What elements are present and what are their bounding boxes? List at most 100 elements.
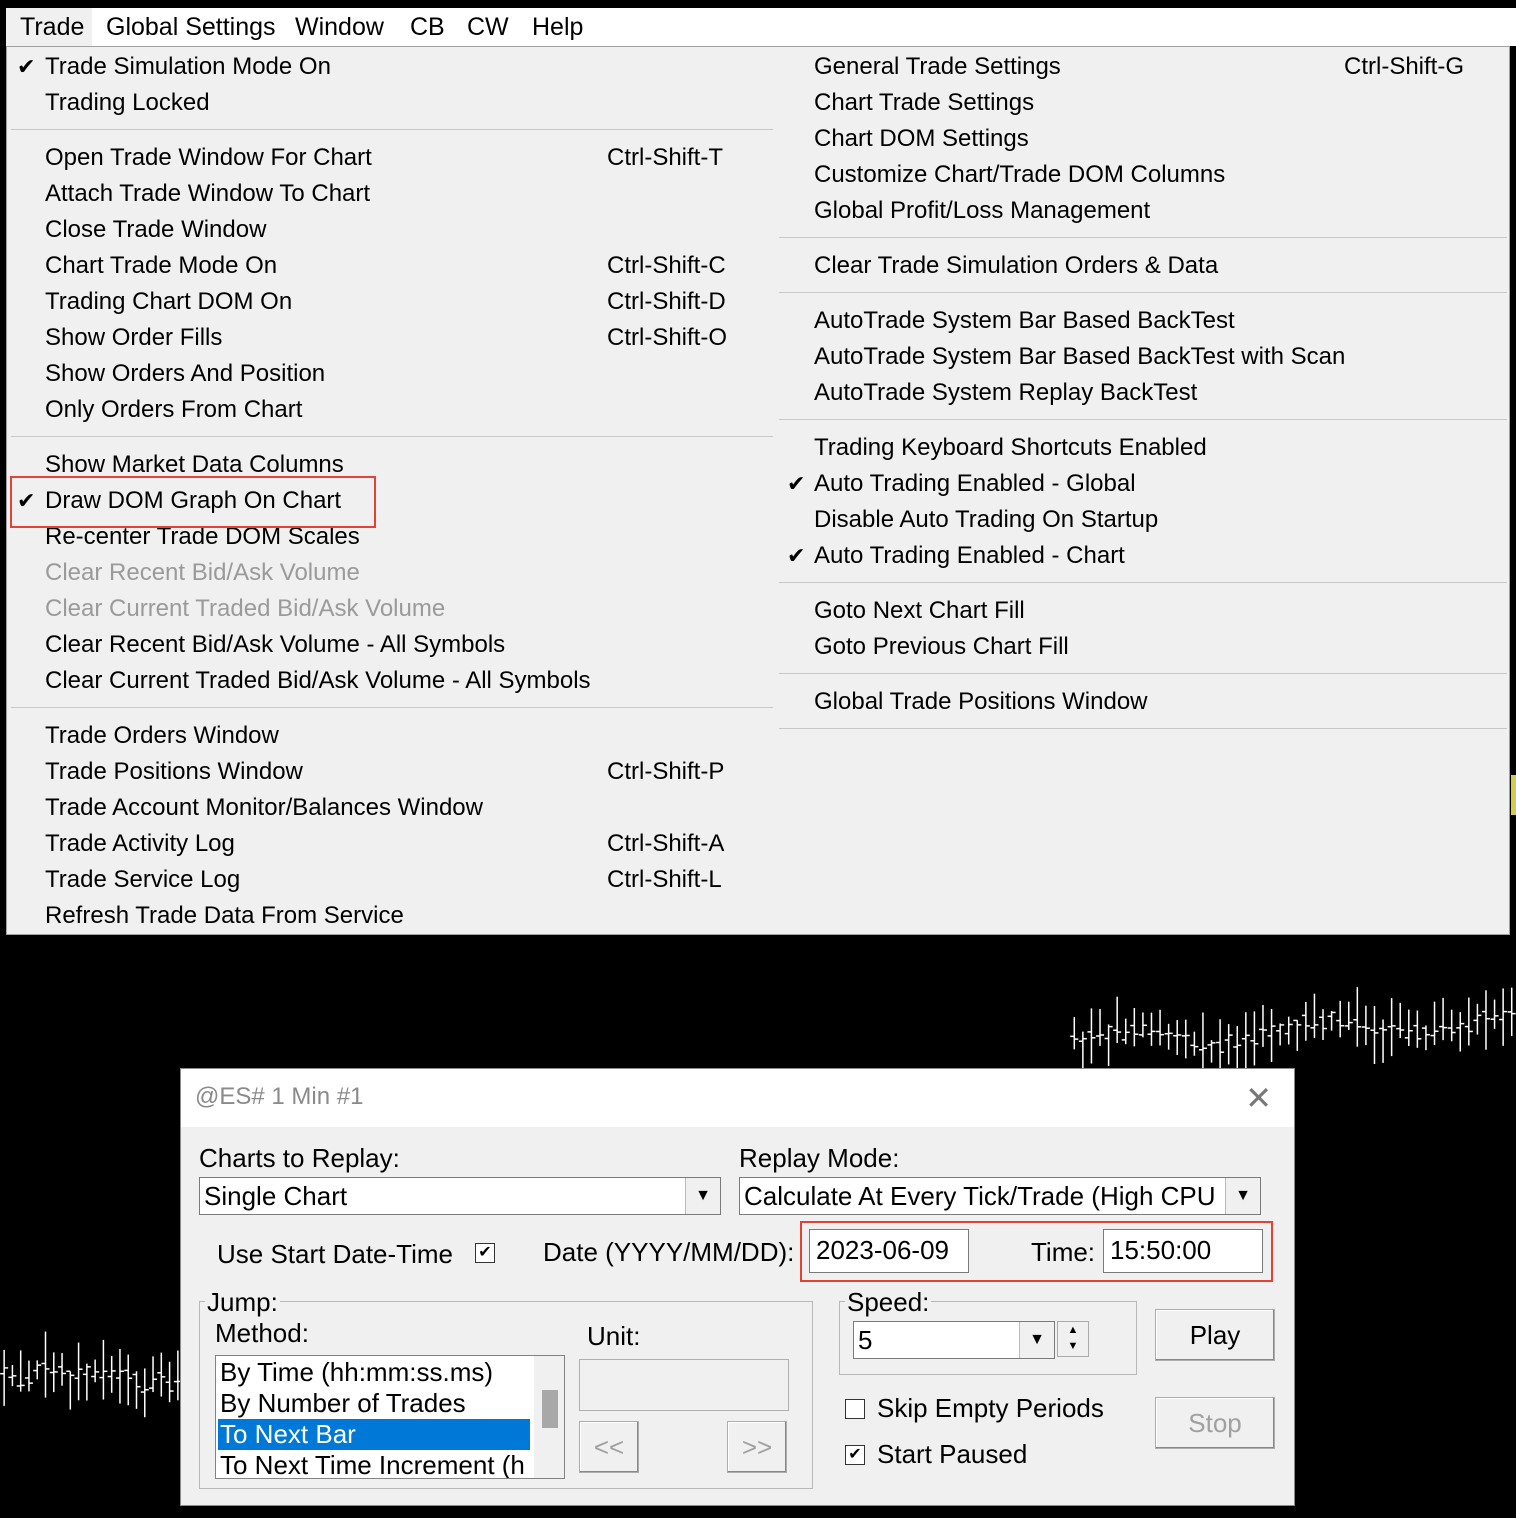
spinner-down-icon[interactable]: ▼	[1058, 1338, 1088, 1354]
use-start-datetime-checkbox[interactable]: ✔	[475, 1243, 495, 1263]
menu-item-open-trade-window-for-chart[interactable]: Open Trade Window For Chart Ctrl-Shift-T	[17, 140, 747, 176]
menu-item-label: Disable Auto Trading On Startup	[814, 506, 1159, 533]
menu-item-autotrade-system-bar-based-backtest[interactable]: AutoTrade System Bar Based BackTest	[787, 303, 1484, 339]
menu-item-show-orders-and-position[interactable]: Show Orders And Position	[17, 356, 747, 392]
replay-mode-select[interactable]: Calculate At Every Tick/Trade (High CPU …	[739, 1177, 1261, 1215]
menu-trade[interactable]: Trade	[6, 8, 92, 46]
speed-select[interactable]: 5 ▼	[853, 1321, 1055, 1359]
chevron-down-icon[interactable]: ▼	[1225, 1178, 1260, 1214]
replay-mode-label: Replay Mode:	[739, 1143, 900, 1173]
jump-method-option[interactable]: To Next Bar	[218, 1419, 530, 1450]
jump-method-list[interactable]: By Time (hh:mm:ss.ms) By Number of Trades…	[215, 1355, 565, 1479]
candle-bar	[124, 1354, 133, 1406]
candle-bar	[165, 1361, 174, 1403]
menu-item-global-profit-loss-management[interactable]: Global Profit/Loss Management	[787, 193, 1484, 229]
spinner-up-icon[interactable]: ▲	[1058, 1322, 1088, 1338]
close-icon[interactable]: ✕	[1245, 1079, 1272, 1117]
candle-bar	[1087, 1008, 1096, 1064]
menu-cb[interactable]: CB	[410, 13, 445, 42]
menu-item-close-trade-window[interactable]: Close Trade Window	[17, 212, 747, 248]
menu-item-goto-previous-chart-fill[interactable]: Goto Previous Chart Fill	[787, 629, 1484, 665]
menu-item-label: Trade Service Log	[45, 866, 241, 893]
menu-item-clear-recent-bid-ask-volume-all-symbols[interactable]: Clear Recent Bid/Ask Volume - All Symbol…	[17, 627, 747, 663]
charts-to-replay-select[interactable]: Single Chart ▼	[199, 1177, 721, 1215]
candle-bar	[58, 1353, 67, 1386]
start-paused-checkbox[interactable]: ✔	[845, 1445, 865, 1465]
stop-button[interactable]: Stop	[1155, 1397, 1275, 1449]
skip-empty-periods-checkbox[interactable]	[845, 1399, 865, 1419]
use-start-datetime-label: Use Start Date-Time	[217, 1239, 453, 1269]
menu-item-trading-chart-dom-on[interactable]: Trading Chart DOM On Ctrl-Shift-D	[17, 284, 747, 320]
menu-item-chart-dom-settings[interactable]: Chart DOM Settings	[787, 121, 1484, 157]
menu-item-autotrade-system-replay-backtest[interactable]: AutoTrade System Replay BackTest	[787, 375, 1484, 411]
menu-item-goto-next-chart-fill[interactable]: Goto Next Chart Fill	[787, 593, 1484, 629]
menu-item-auto-trading-enabled-chart[interactable]: ✔ Auto Trading Enabled - Chart	[787, 538, 1484, 574]
candle-bar	[82, 1363, 91, 1401]
menu-item-autotrade-system-bar-based-backtest-with-scan[interactable]: AutoTrade System Bar Based BackTest with…	[787, 339, 1484, 375]
candle-bar	[1396, 1002, 1405, 1039]
menu-item-trade-simulation-mode-on[interactable]: ✔ Trade Simulation Mode On	[17, 49, 747, 85]
charts-to-replay-label: Charts to Replay:	[199, 1143, 400, 1173]
candle-bar	[8, 1365, 17, 1387]
candle-bar	[1327, 1010, 1336, 1031]
menu-item-trade-orders-window[interactable]: Trade Orders Window	[17, 718, 747, 754]
menu-item-refresh-trade-data-from-service[interactable]: Refresh Trade Data From Service	[17, 898, 747, 934]
scrollbar-thumb[interactable]	[542, 1390, 558, 1428]
menu-item-label: General Trade Settings	[814, 53, 1061, 80]
menu-item-clear-trade-simulation-orders-data[interactable]: Clear Trade Simulation Orders & Data	[787, 248, 1484, 284]
menu-separator	[779, 673, 1507, 674]
menu-window[interactable]: Window	[295, 13, 384, 42]
menu-item-trade-positions-window[interactable]: Trade Positions Window Ctrl-Shift-P	[17, 754, 747, 790]
candle-bar	[1473, 1003, 1482, 1035]
candle-bar	[0, 1349, 9, 1406]
menu-item-clear-recent-bid-ask-volume[interactable]: Clear Recent Bid/Ask Volume	[17, 555, 747, 591]
candle-bar	[107, 1355, 116, 1393]
speed-value: 5	[858, 1325, 873, 1355]
menu-item-shortcut: Ctrl-Shift-O	[607, 324, 727, 351]
menu-global-settings[interactable]: Global Settings	[106, 13, 276, 42]
menu-item-label: Trade Simulation Mode On	[45, 53, 331, 80]
menu-item-label: Show Orders And Position	[45, 360, 326, 387]
chevron-down-icon[interactable]: ▼	[1019, 1322, 1054, 1358]
menu-item-global-trade-positions-window[interactable]: Global Trade Positions Window	[787, 684, 1484, 720]
menu-item-trading-locked[interactable]: Trading Locked	[17, 85, 747, 121]
menu-item-attach-trade-window-to-chart[interactable]: Attach Trade Window To Chart	[17, 176, 747, 212]
candle-bar	[1207, 1040, 1216, 1063]
menu-item-customize-chart-trade-dom-columns[interactable]: Customize Chart/Trade DOM Columns	[787, 157, 1484, 193]
menu-item-general-trade-settings[interactable]: General Trade Settings Ctrl-Shift-G	[787, 49, 1484, 85]
jump-method-option[interactable]: To Next Time Increment (h	[218, 1450, 525, 1478]
unit-field[interactable]	[579, 1359, 789, 1411]
scrollbar[interactable]	[534, 1356, 564, 1478]
speed-spinner[interactable]: ▲ ▼	[1057, 1321, 1089, 1357]
menu-item-label: Trade Activity Log	[45, 830, 235, 857]
jump-forward-button[interactable]: >>	[727, 1421, 787, 1473]
candle-bar	[24, 1360, 33, 1392]
menu-item-label: Only Orders From Chart	[45, 396, 303, 423]
menu-item-trade-account-monitor-balances-window[interactable]: Trade Account Monitor/Balances Window	[17, 790, 747, 826]
candle-bar	[132, 1371, 141, 1409]
jump-back-button[interactable]: <<	[579, 1421, 639, 1473]
menu-help[interactable]: Help	[532, 13, 583, 42]
menu-item-chart-trade-settings[interactable]: Chart Trade Settings	[787, 85, 1484, 121]
candle-bar	[1078, 1031, 1087, 1073]
play-button[interactable]: Play	[1155, 1309, 1275, 1361]
candle-bar	[1430, 1001, 1439, 1046]
menu-cw[interactable]: CW	[467, 13, 509, 42]
menu-bar: Trade Global Settings Window CB CW Help	[6, 8, 1516, 46]
menu-item-clear-current-traded-bid-ask-volume-all-symbols[interactable]: Clear Current Traded Bid/Ask Volume - Al…	[17, 663, 747, 699]
jump-method-option[interactable]: By Time (hh:mm:ss.ms)	[218, 1357, 493, 1388]
menu-item-shortcut: Ctrl-Shift-D	[607, 288, 726, 315]
menu-item-auto-trading-enabled-global[interactable]: ✔ Auto Trading Enabled - Global	[787, 466, 1484, 502]
candle-bar	[1224, 1024, 1233, 1065]
menu-item-disable-auto-trading-on-startup[interactable]: Disable Auto Trading On Startup	[787, 502, 1484, 538]
menu-item-show-order-fills[interactable]: Show Order Fills Ctrl-Shift-O	[17, 320, 747, 356]
menu-item-chart-trade-mode-on[interactable]: Chart Trade Mode On Ctrl-Shift-C	[17, 248, 747, 284]
menu-item-clear-current-traded-bid-ask-volume[interactable]: Clear Current Traded Bid/Ask Volume	[17, 591, 747, 627]
menu-item-only-orders-from-chart[interactable]: Only Orders From Chart	[17, 392, 747, 428]
jump-method-option[interactable]: By Number of Trades	[218, 1388, 466, 1419]
menu-item-trade-service-log[interactable]: Trade Service Log Ctrl-Shift-L	[17, 862, 747, 898]
menu-item-trade-activity-log[interactable]: Trade Activity Log Ctrl-Shift-A	[17, 826, 747, 862]
candle-bar	[1507, 987, 1516, 1037]
chevron-down-icon[interactable]: ▼	[685, 1178, 720, 1214]
menu-item-trading-keyboard-shortcuts-enabled[interactable]: Trading Keyboard Shortcuts Enabled	[787, 430, 1484, 466]
